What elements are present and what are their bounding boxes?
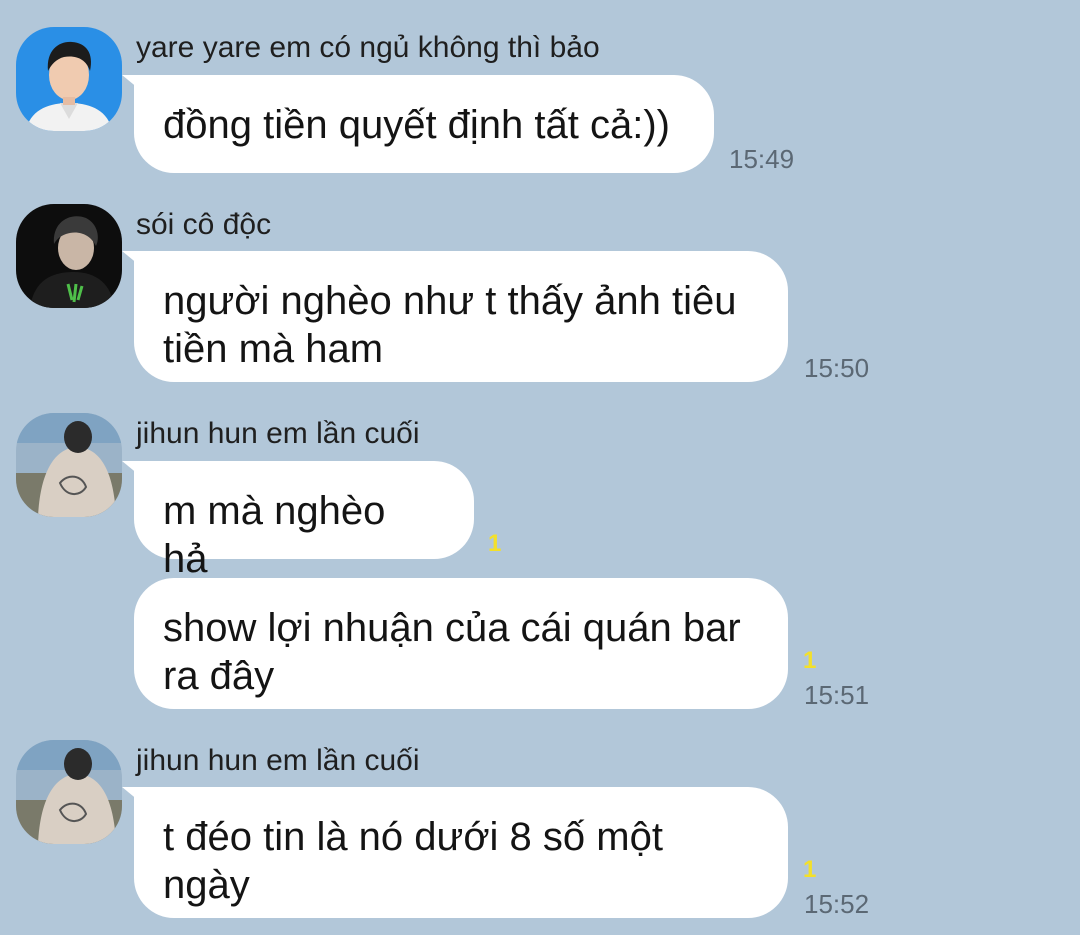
sender-name: sói cô độc: [136, 208, 272, 241]
message-text: t đéo tin là nó dưới 8 số một ngày: [163, 815, 663, 907]
avatar-user-2[interactable]: [16, 204, 122, 308]
avatar-user-3[interactable]: [16, 740, 122, 844]
avatar-user-3[interactable]: [16, 413, 122, 517]
profile-photo-icon: [16, 204, 122, 308]
message-text: m mà nghèo hả: [163, 489, 386, 581]
message-time: 15:52: [804, 889, 870, 919]
bubble-tail: [122, 461, 144, 479]
bubble-tail: [122, 251, 144, 269]
message-text: đồng tiền quyết định tất cả:)): [163, 103, 670, 147]
message-bubble[interactable]: m mà nghèo hả: [122, 461, 474, 581]
unread-count: 1: [488, 530, 502, 557]
message-text: người nghèo như t thấy ảnh tiêu tiền mà …: [163, 279, 737, 371]
message-bubble[interactable]: show lợi nhuận của cái quán bar ra đây: [134, 578, 788, 709]
unread-count: 1: [803, 647, 817, 674]
message-text: show lợi nhuận của cái quán bar ra đây: [163, 606, 741, 698]
message-time: 15:51: [804, 680, 870, 710]
unread-count: 1: [803, 856, 817, 883]
bubble-tail: [122, 787, 144, 805]
avatar-user-1[interactable]: [16, 27, 122, 131]
message-bubble[interactable]: người nghèo như t thấy ảnh tiêu tiền mà …: [122, 251, 788, 382]
message-bubble[interactable]: đồng tiền quyết định tất cả:)): [122, 75, 714, 173]
bubble-tail: [122, 75, 144, 93]
message-bubble[interactable]: t đéo tin là nó dưới 8 số một ngày: [122, 787, 788, 918]
profile-photo-icon: [16, 27, 122, 131]
sender-name: yare yare em có ngủ không thì bảo: [136, 31, 600, 64]
sender-name: jihun hun em lần cuối: [136, 417, 420, 450]
profile-photo-icon: [16, 413, 122, 517]
sender-name: jihun hun em lần cuối: [136, 744, 420, 777]
message-time: 15:50: [804, 353, 870, 383]
profile-photo-icon: [16, 740, 122, 844]
message-time: 15:49: [729, 144, 795, 174]
